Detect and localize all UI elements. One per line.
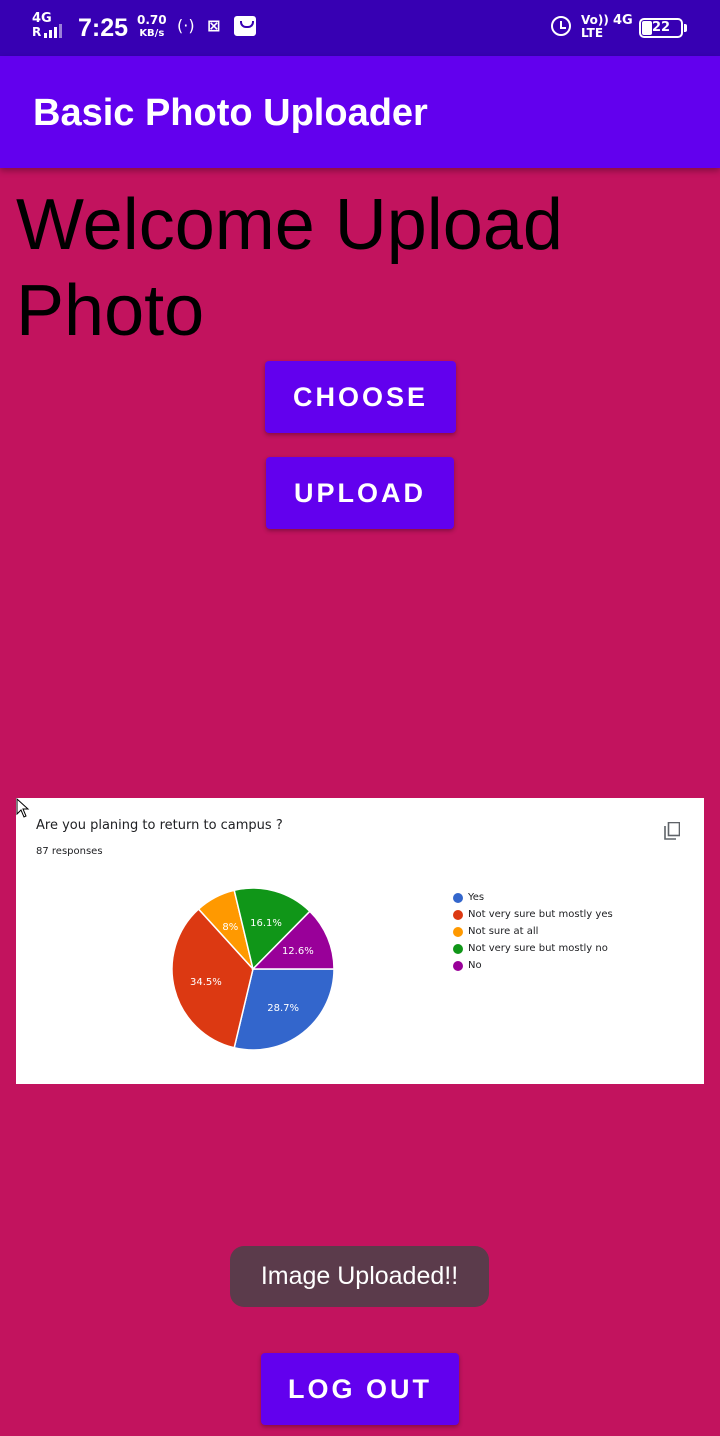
- alarm-icon: [551, 16, 571, 36]
- legend-item: Not very sure but mostly no: [453, 940, 613, 957]
- legend-label: No: [468, 960, 482, 971]
- mouse-cursor-icon: [16, 798, 30, 818]
- shopping-bag-icon: [234, 16, 256, 36]
- legend-label: Not very sure but mostly yes: [468, 909, 613, 920]
- image-preview: 28.7% 34.5% 8% 16.1% 12.6% Are you planing t…: [16, 798, 704, 1084]
- toast-message: Image Uploaded!!: [230, 1246, 489, 1307]
- legend-item: No: [453, 957, 613, 974]
- legend-item: Yes: [453, 889, 613, 906]
- hotspot-icon: (·): [177, 16, 195, 35]
- upload-button[interactable]: UPLOAD: [266, 457, 454, 529]
- logout-button[interactable]: LOG OUT: [261, 1353, 459, 1425]
- legend-label: Not very sure but mostly no: [468, 943, 608, 954]
- speed-unit: KB/s: [139, 28, 165, 39]
- legend-item: Not very sure but mostly yes: [453, 906, 613, 923]
- legend-swatch: [453, 926, 463, 937]
- chart-responses: 87 responses: [36, 846, 103, 857]
- signal-icon: [44, 24, 62, 38]
- battery-level: 22: [651, 20, 671, 35]
- pie-label: 28.7%: [267, 1003, 299, 1014]
- pie-label: 16.1%: [250, 918, 282, 929]
- chart-legend: Yes Not very sure but mostly yes Not sure …: [453, 889, 613, 974]
- legend-swatch: [453, 960, 463, 971]
- pie-label: 8%: [222, 922, 238, 933]
- status-bar: 4G R 7:25 0.70 KB/s (·) ⊠ Vo)) LTE 4G 22: [0, 0, 720, 56]
- chart-question: Are you planing to return to campus ?: [36, 818, 283, 833]
- app-title: Basic Photo Uploader: [33, 92, 428, 134]
- legend-label: Not sure at all: [468, 926, 539, 937]
- welcome-heading: Welcome Upload Photo: [16, 185, 563, 351]
- copy-icon: [664, 822, 680, 840]
- roaming-indicator: R: [32, 25, 42, 39]
- pie-label: 12.6%: [282, 946, 314, 957]
- pie-label: 34.5%: [190, 977, 222, 988]
- network-type-right: 4G: [613, 13, 633, 28]
- choose-button[interactable]: CHOOSE: [265, 361, 456, 433]
- legend-label: Yes: [468, 892, 485, 903]
- network-speed: 0.70 KB/s: [137, 14, 167, 40]
- screen-record-icon: ⊠: [207, 16, 221, 35]
- volte-indicator: Vo)) LTE: [581, 14, 609, 40]
- speed-value: 0.70: [137, 13, 167, 27]
- legend-swatch: [453, 943, 463, 954]
- app-bar: Basic Photo Uploader: [0, 56, 720, 168]
- legend-item: Not sure at all: [453, 923, 613, 940]
- volte-bottom: LTE: [581, 26, 604, 40]
- legend-swatch: [453, 892, 463, 903]
- legend-swatch: [453, 909, 463, 920]
- status-time: 7:25: [78, 14, 129, 42]
- battery-icon: 22: [639, 18, 687, 38]
